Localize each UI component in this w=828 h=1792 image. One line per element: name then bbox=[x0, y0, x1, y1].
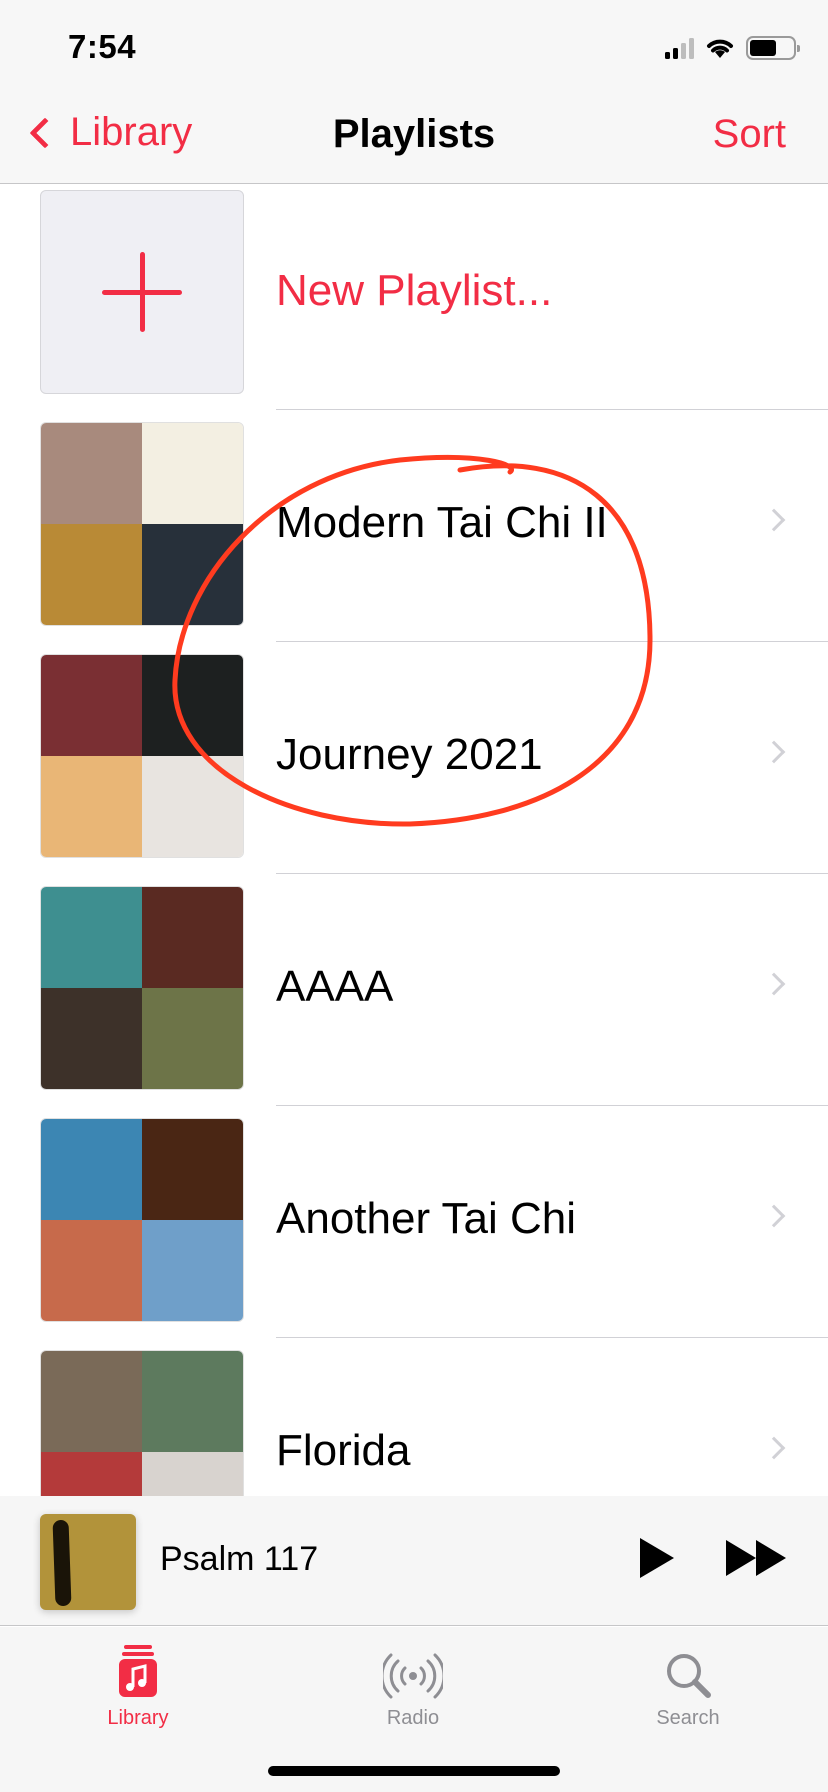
album-cover bbox=[41, 887, 142, 988]
album-cover bbox=[142, 1452, 243, 1496]
chevron-right-icon bbox=[762, 1436, 786, 1460]
divider bbox=[276, 1336, 828, 1338]
music-note-icon bbox=[119, 1645, 157, 1697]
divider bbox=[276, 408, 828, 410]
playlist-row[interactable]: Journey 2021 bbox=[0, 650, 828, 882]
battery-icon bbox=[746, 36, 800, 60]
playlist-title: AAAA bbox=[276, 962, 394, 1011]
chevron-right-icon bbox=[762, 972, 786, 996]
playlist-title: Journey 2021 bbox=[276, 730, 543, 779]
album-cover bbox=[41, 1452, 142, 1496]
tab-label: Library bbox=[107, 1707, 169, 1729]
mini-player[interactable]: Psalm 117 bbox=[0, 1496, 828, 1626]
album-cover bbox=[41, 1351, 142, 1452]
album-cover bbox=[142, 423, 243, 524]
play-button[interactable] bbox=[640, 1538, 674, 1578]
playlist-row[interactable]: AAAA bbox=[0, 882, 828, 1114]
radio-broadcast-icon bbox=[383, 1653, 443, 1699]
playlist-artwork bbox=[40, 1118, 244, 1322]
cellular-signal-icon bbox=[665, 37, 694, 59]
home-indicator[interactable] bbox=[268, 1766, 560, 1776]
plus-icon bbox=[102, 252, 182, 332]
tab-search[interactable]: Search bbox=[598, 1643, 778, 1730]
new-playlist-tile bbox=[40, 190, 244, 394]
playlist-row[interactable]: Florida bbox=[0, 1346, 828, 1496]
tab-library[interactable]: Library bbox=[48, 1643, 228, 1730]
navigation-bar: Library Playlists Sort bbox=[0, 92, 828, 184]
album-cover bbox=[41, 1220, 142, 1321]
playlist-artwork bbox=[40, 654, 244, 858]
new-playlist-row[interactable]: New Playlist... bbox=[0, 186, 828, 418]
playlist-title: Modern Tai Chi II bbox=[276, 498, 608, 547]
chevron-right-icon bbox=[762, 740, 786, 764]
tab-radio[interactable]: Radio bbox=[323, 1643, 503, 1730]
status-time: 7:54 bbox=[68, 28, 137, 65]
sort-button[interactable]: Sort bbox=[713, 112, 786, 157]
album-cover bbox=[142, 756, 243, 857]
status-icons bbox=[665, 36, 800, 60]
now-playing-artwork bbox=[40, 1514, 136, 1610]
playlist-list[interactable]: New Playlist... Modern Tai Chi II Journe… bbox=[0, 186, 828, 1496]
album-cover bbox=[142, 524, 243, 625]
album-cover bbox=[41, 1119, 142, 1220]
album-cover bbox=[142, 988, 243, 1089]
album-cover bbox=[142, 1220, 243, 1321]
divider bbox=[276, 1104, 828, 1106]
playlist-artwork bbox=[40, 422, 244, 626]
album-cover bbox=[142, 1351, 243, 1452]
playlist-artwork bbox=[40, 886, 244, 1090]
now-playing-title: Psalm 117 bbox=[160, 1540, 319, 1578]
chevron-right-icon bbox=[762, 508, 786, 532]
album-cover bbox=[142, 655, 243, 756]
divider bbox=[276, 872, 828, 874]
playlist-title: Another Tai Chi bbox=[276, 1194, 577, 1243]
status-bar: 7:54 bbox=[0, 0, 828, 92]
playlist-row[interactable]: Modern Tai Chi II bbox=[0, 418, 828, 650]
album-cover bbox=[41, 524, 142, 625]
tab-label: Radio bbox=[386, 1707, 440, 1729]
chevron-right-icon bbox=[762, 1204, 786, 1228]
album-cover bbox=[41, 655, 142, 756]
new-playlist-label: New Playlist... bbox=[276, 266, 553, 315]
album-cover bbox=[41, 988, 142, 1089]
playlist-artwork bbox=[40, 1350, 244, 1496]
playlist-row[interactable]: Another Tai Chi bbox=[0, 1114, 828, 1346]
album-cover bbox=[41, 756, 142, 857]
album-cover bbox=[142, 1119, 243, 1220]
tab-label: Search bbox=[656, 1707, 720, 1729]
page-title: Playlists bbox=[332, 112, 496, 156]
wifi-icon bbox=[707, 39, 733, 58]
album-cover bbox=[41, 423, 142, 524]
divider bbox=[276, 640, 828, 642]
album-cover bbox=[142, 887, 243, 988]
fast-forward-button[interactable] bbox=[726, 1540, 786, 1576]
search-icon bbox=[667, 1654, 711, 1698]
playlist-title: Florida bbox=[276, 1426, 411, 1475]
